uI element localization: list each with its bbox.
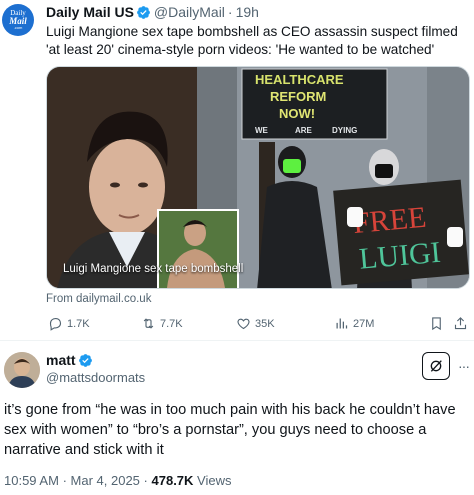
sign-we: WE — [255, 126, 269, 135]
post-time[interactable]: 19h — [236, 4, 259, 20]
sign-healthcare: HEALTHCARE — [255, 72, 344, 87]
reply-button[interactable]: 1.7K — [48, 316, 90, 331]
views-chart-icon — [336, 318, 348, 329]
logo-line3: .com — [13, 25, 23, 30]
post-time[interactable]: 10:59 AM — [4, 473, 59, 488]
author-handle[interactable]: @DailyMail — [154, 4, 225, 20]
divider — [0, 340, 474, 341]
main-author: matt — [46, 352, 96, 368]
card-caption: Luigi Mangione sex tape bombshell — [63, 263, 244, 275]
repost-icon — [143, 318, 154, 329]
separator: · — [227, 4, 233, 20]
post-meta: 10:59 AM · Mar 4, 2025 · 478.7K Views — [4, 473, 232, 488]
sign-dying: DYING — [332, 126, 357, 135]
main-author-name[interactable]: matt — [46, 352, 76, 368]
repost-button[interactable]: 7.7K — [141, 316, 183, 331]
reply-icon — [49, 317, 62, 331]
matt-avatar[interactable] — [4, 352, 40, 388]
like-button[interactable]: 35K — [236, 316, 275, 331]
views-label: Views — [197, 473, 232, 488]
grok-icon — [430, 360, 442, 372]
quoted-post[interactable]: Daily Mail .com Daily Mail US @DailyMail… — [0, 0, 474, 338]
main-author-handle[interactable]: @mattsdoormats — [46, 370, 145, 385]
sign-are: ARE — [295, 126, 313, 135]
quoted-post-text: Luigi Mangione sex tape bombshell as CEO… — [46, 24, 458, 57]
separator: · — [143, 473, 148, 488]
verified-badge-icon — [137, 5, 150, 19]
post-date[interactable]: Mar 4, 2025 — [71, 473, 140, 488]
repost-count: 7.7K — [160, 317, 183, 330]
inset-photo — [157, 209, 239, 288]
main-post-text: it’s gone from “he was in too much pain … — [4, 402, 456, 458]
link-source[interactable]: From dailymail.co.uk — [46, 293, 151, 305]
bookmark-button[interactable] — [429, 316, 444, 331]
author-name[interactable]: Daily Mail US — [46, 4, 134, 20]
sign-reform: REFORM — [270, 89, 326, 104]
bookmark-icon — [432, 317, 441, 331]
reply-count: 1.7K — [67, 317, 90, 330]
quoted-post-header: Daily Mail US @DailyMail · 19h — [46, 4, 259, 20]
views-count: 27M — [353, 317, 375, 330]
sign-free: FREE — [352, 201, 428, 240]
heart-icon — [237, 318, 250, 330]
views-count: 478.7K — [151, 473, 194, 488]
link-card[interactable]: HEALTHCARE REFORM NOW! WE ARE DYING FREE… — [46, 66, 470, 289]
grok-button[interactable] — [422, 352, 450, 380]
quoted-post-actions: 1.7K 7.7K 35K 27M — [46, 316, 470, 334]
views-button[interactable]: 27M — [334, 316, 374, 331]
share-button[interactable] — [453, 316, 468, 331]
more-options-icon[interactable]: ··· — [458, 358, 470, 374]
verified-badge-icon — [78, 353, 92, 367]
sign-now: NOW! — [279, 106, 315, 121]
separator: · — [62, 473, 67, 488]
share-icon — [454, 317, 467, 330]
like-count: 35K — [255, 317, 275, 330]
daily-mail-avatar[interactable]: Daily Mail .com — [2, 4, 34, 36]
